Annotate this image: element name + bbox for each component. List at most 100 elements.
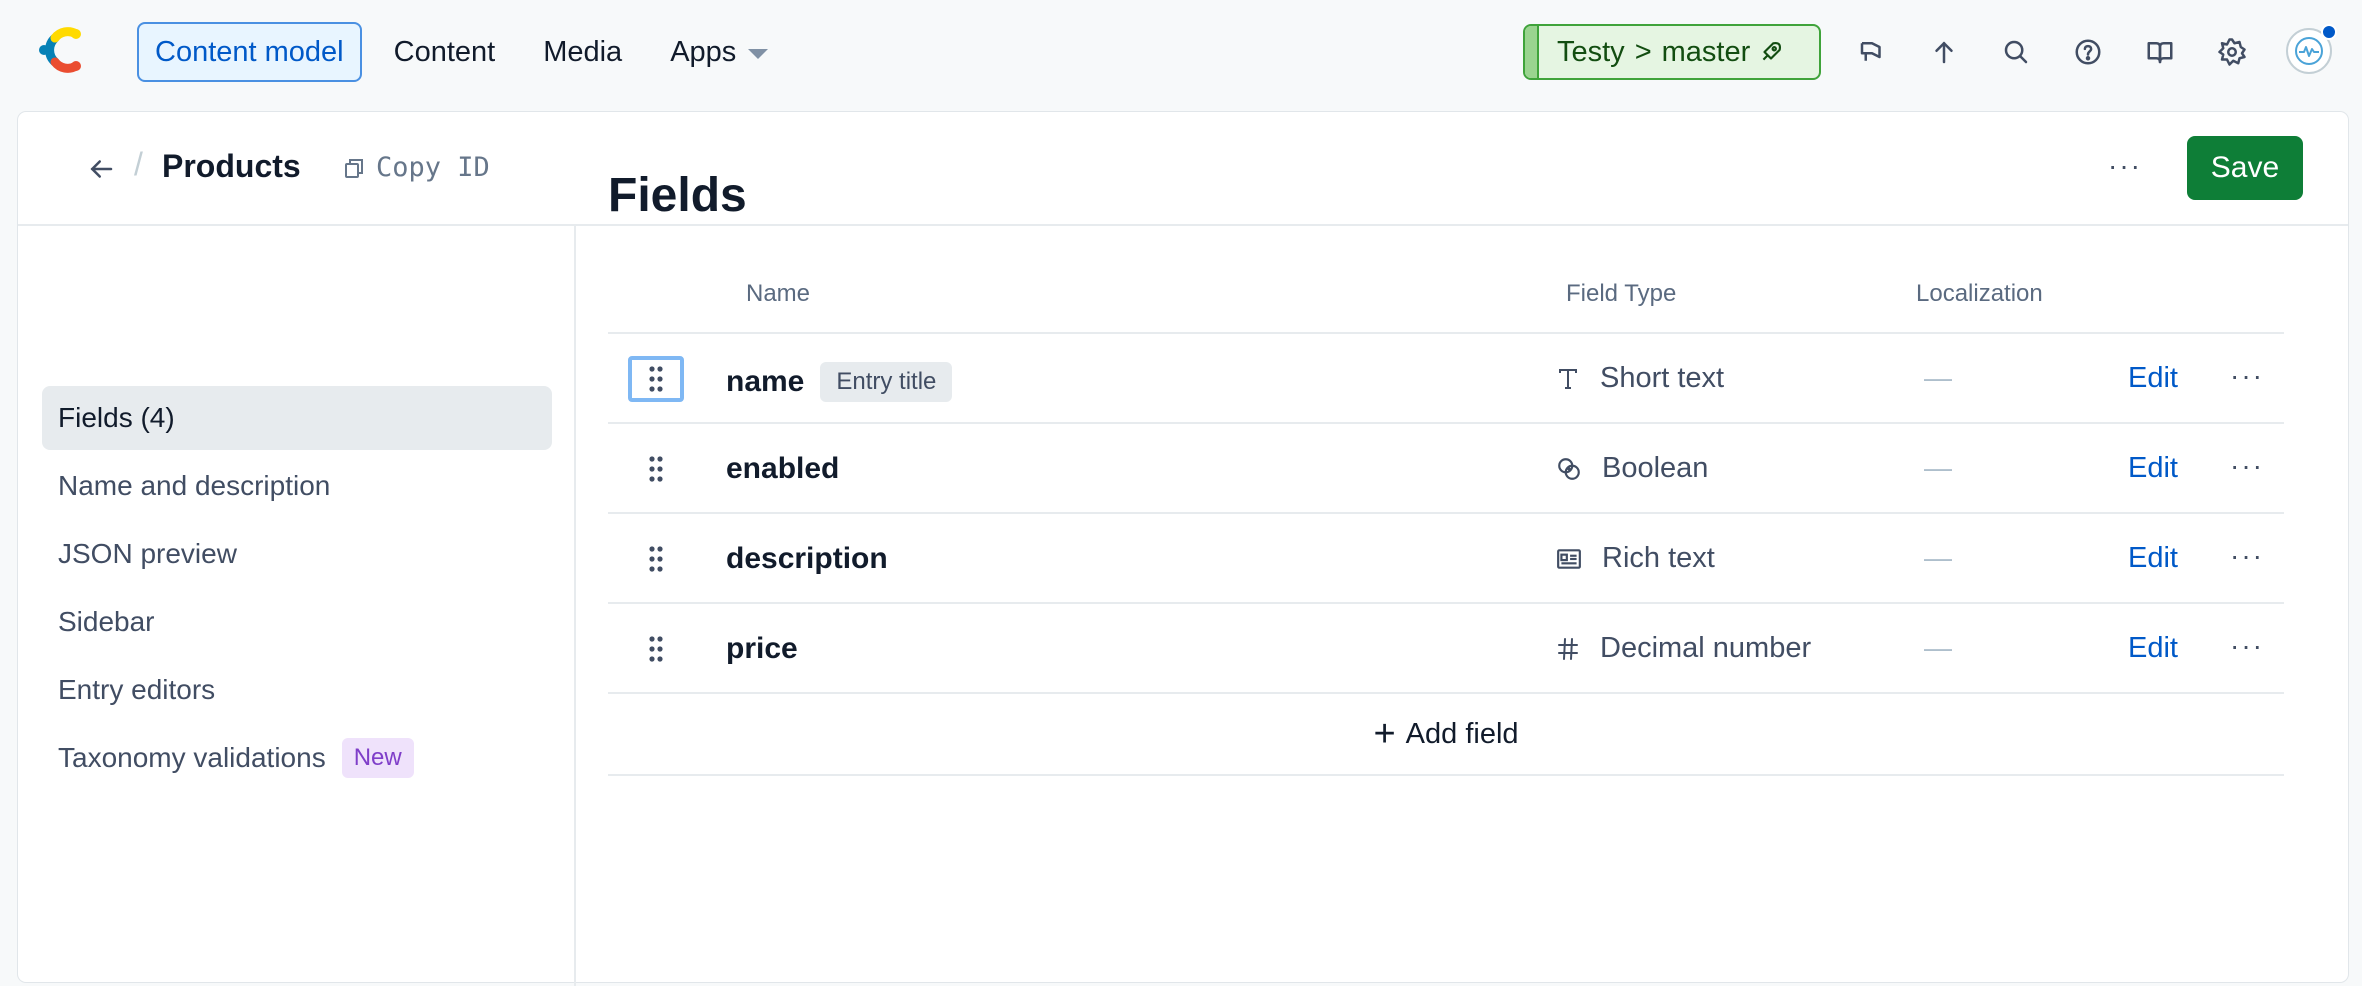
env-branch-name: master: [1661, 35, 1751, 68]
add-field-button[interactable]: + Add field: [1373, 715, 1518, 753]
copy-icon: [345, 158, 363, 178]
edit-field-link[interactable]: Edit: [2128, 542, 2178, 575]
edit-field-link[interactable]: Edit: [2128, 632, 2178, 665]
env-label: Testy > master: [1539, 36, 1784, 69]
field-name: description: [726, 542, 888, 576]
fields-table: Name Field Type Localization name Entry …: [608, 254, 2284, 776]
row-more-button[interactable]: ···: [2230, 360, 2264, 392]
arrow-left-icon: [90, 160, 113, 178]
more-options-button[interactable]: ···: [2108, 150, 2142, 182]
back-button[interactable]: [80, 148, 122, 190]
add-field-label: Add field: [1405, 717, 1519, 750]
nav-media[interactable]: Media: [527, 22, 638, 82]
field-type-label: Boolean: [1602, 452, 1709, 484]
sidebar-item-entry-editors[interactable]: Entry editors: [42, 658, 552, 722]
top-bar: Content model Content Media Apps Testy >…: [0, 0, 2362, 106]
sidebar-item-label: Entry editors: [58, 674, 216, 705]
sidebar-item-label: Name and description: [58, 470, 331, 501]
page-header: / Products Copy ID ··· Save: [18, 112, 2348, 226]
new-badge: New: [341, 738, 414, 778]
field-type: Short text: [1556, 362, 1724, 395]
localization-value: —: [1924, 542, 1952, 573]
plus-icon: +: [1373, 713, 1396, 755]
row-more-button[interactable]: ···: [2230, 450, 2264, 482]
drag-handle-icon: [649, 636, 663, 662]
nav-content-model[interactable]: Content model: [137, 22, 362, 82]
copy-id-button[interactable]: Copy ID: [342, 152, 490, 183]
gear-icon[interactable]: [2210, 30, 2254, 74]
nav-apps-label: Apps: [670, 35, 737, 68]
edit-field-link[interactable]: Edit: [2128, 452, 2178, 485]
rocket-icon: [1762, 41, 1782, 61]
localization-value: —: [1924, 452, 1952, 483]
field-type-label: Decimal number: [1600, 632, 1812, 664]
field-type: Rich text: [1556, 542, 1715, 575]
table-row: description Rich text — Edit ···: [608, 514, 2284, 604]
field-name-text: price: [726, 632, 798, 665]
drag-handle[interactable]: [628, 626, 684, 672]
drag-handle-icon: [649, 456, 663, 482]
sidebar-item-taxonomy-validations[interactable]: Taxonomy validations New: [42, 726, 552, 790]
entry-title-tag: Entry title: [820, 362, 953, 402]
row-more-button[interactable]: ···: [2230, 540, 2264, 572]
help-icon[interactable]: [2066, 30, 2110, 74]
field-name: enabled: [726, 452, 839, 486]
search-icon[interactable]: [1994, 30, 2038, 74]
main-nav: Content model Content Media Apps: [137, 22, 800, 82]
field-type: Boolean: [1556, 452, 1708, 485]
chevron-down-icon: [748, 49, 769, 59]
nav-apps[interactable]: Apps: [654, 22, 784, 82]
notification-dot: [2321, 24, 2337, 40]
column-header-localization: Localization: [1916, 280, 2043, 307]
boolean-icon: [1558, 457, 1580, 480]
sidebar-item-json-preview[interactable]: JSON preview: [42, 522, 552, 586]
announcement-icon[interactable]: [1850, 30, 1894, 74]
sidebar-item-label: Sidebar: [58, 606, 155, 637]
top-icons: [1850, 30, 2282, 74]
docs-book-icon[interactable]: [2138, 30, 2182, 74]
sidebar-item-label: JSON preview: [58, 538, 237, 569]
contentful-logo[interactable]: [36, 24, 86, 76]
field-name-text: description: [726, 542, 888, 575]
sidebar-item-label: Taxonomy validations: [58, 742, 326, 773]
copy-id-label: Copy ID: [376, 152, 490, 183]
arrow-up-icon[interactable]: [1922, 30, 1966, 74]
short-text-icon: [1559, 368, 1577, 389]
table-row: enabled Boolean — Edit ···: [608, 424, 2284, 514]
sidebar-item-fields[interactable]: Fields (4): [42, 386, 552, 450]
drag-handle-icon: [649, 366, 663, 392]
field-name: name Entry title: [726, 362, 953, 402]
table-row: price Decimal number — Edit ···: [608, 604, 2284, 694]
table-row: name Entry title Short text — Edit ···: [608, 334, 2284, 424]
avatar-wave-icon: [2295, 37, 2323, 65]
sidebar-item-sidebar[interactable]: Sidebar: [42, 590, 552, 654]
localization-value: —: [1924, 362, 1952, 393]
number-icon: [1558, 637, 1578, 660]
column-header-field-type: Field Type: [1566, 280, 1677, 307]
field-type-label: Short text: [1600, 362, 1725, 394]
row-more-button[interactable]: ···: [2230, 630, 2264, 662]
rich-text-icon: [1557, 548, 1581, 569]
env-space-name: Testy: [1557, 35, 1625, 68]
field-type: Decimal number: [1556, 632, 1811, 665]
environment-switcher[interactable]: Testy > master: [1523, 24, 1821, 80]
edit-field-link[interactable]: Edit: [2128, 362, 2178, 395]
localization-value: —: [1924, 632, 1952, 663]
field-type-label: Rich text: [1602, 542, 1715, 574]
page-title: Products: [162, 148, 301, 184]
field-name-text: enabled: [726, 452, 840, 485]
drag-handle[interactable]: [628, 356, 684, 402]
drag-handle[interactable]: [628, 446, 684, 492]
table-header: Name Field Type Localization: [608, 254, 2284, 334]
add-field-row: + Add field: [608, 694, 2284, 776]
breadcrumb-divider: /: [134, 146, 143, 182]
sidebar-item-label: Fields (4): [58, 402, 175, 433]
save-button[interactable]: Save: [2187, 136, 2303, 200]
drag-handle[interactable]: [628, 536, 684, 582]
sidebar-item-name-description[interactable]: Name and description: [42, 454, 552, 518]
drag-handle-icon: [649, 546, 663, 572]
nav-content[interactable]: Content: [378, 22, 512, 82]
column-header-name: Name: [746, 280, 811, 307]
settings-sidebar: Fields (4) Name and description JSON pre…: [18, 226, 576, 986]
fields-heading: Fields: [608, 169, 747, 222]
